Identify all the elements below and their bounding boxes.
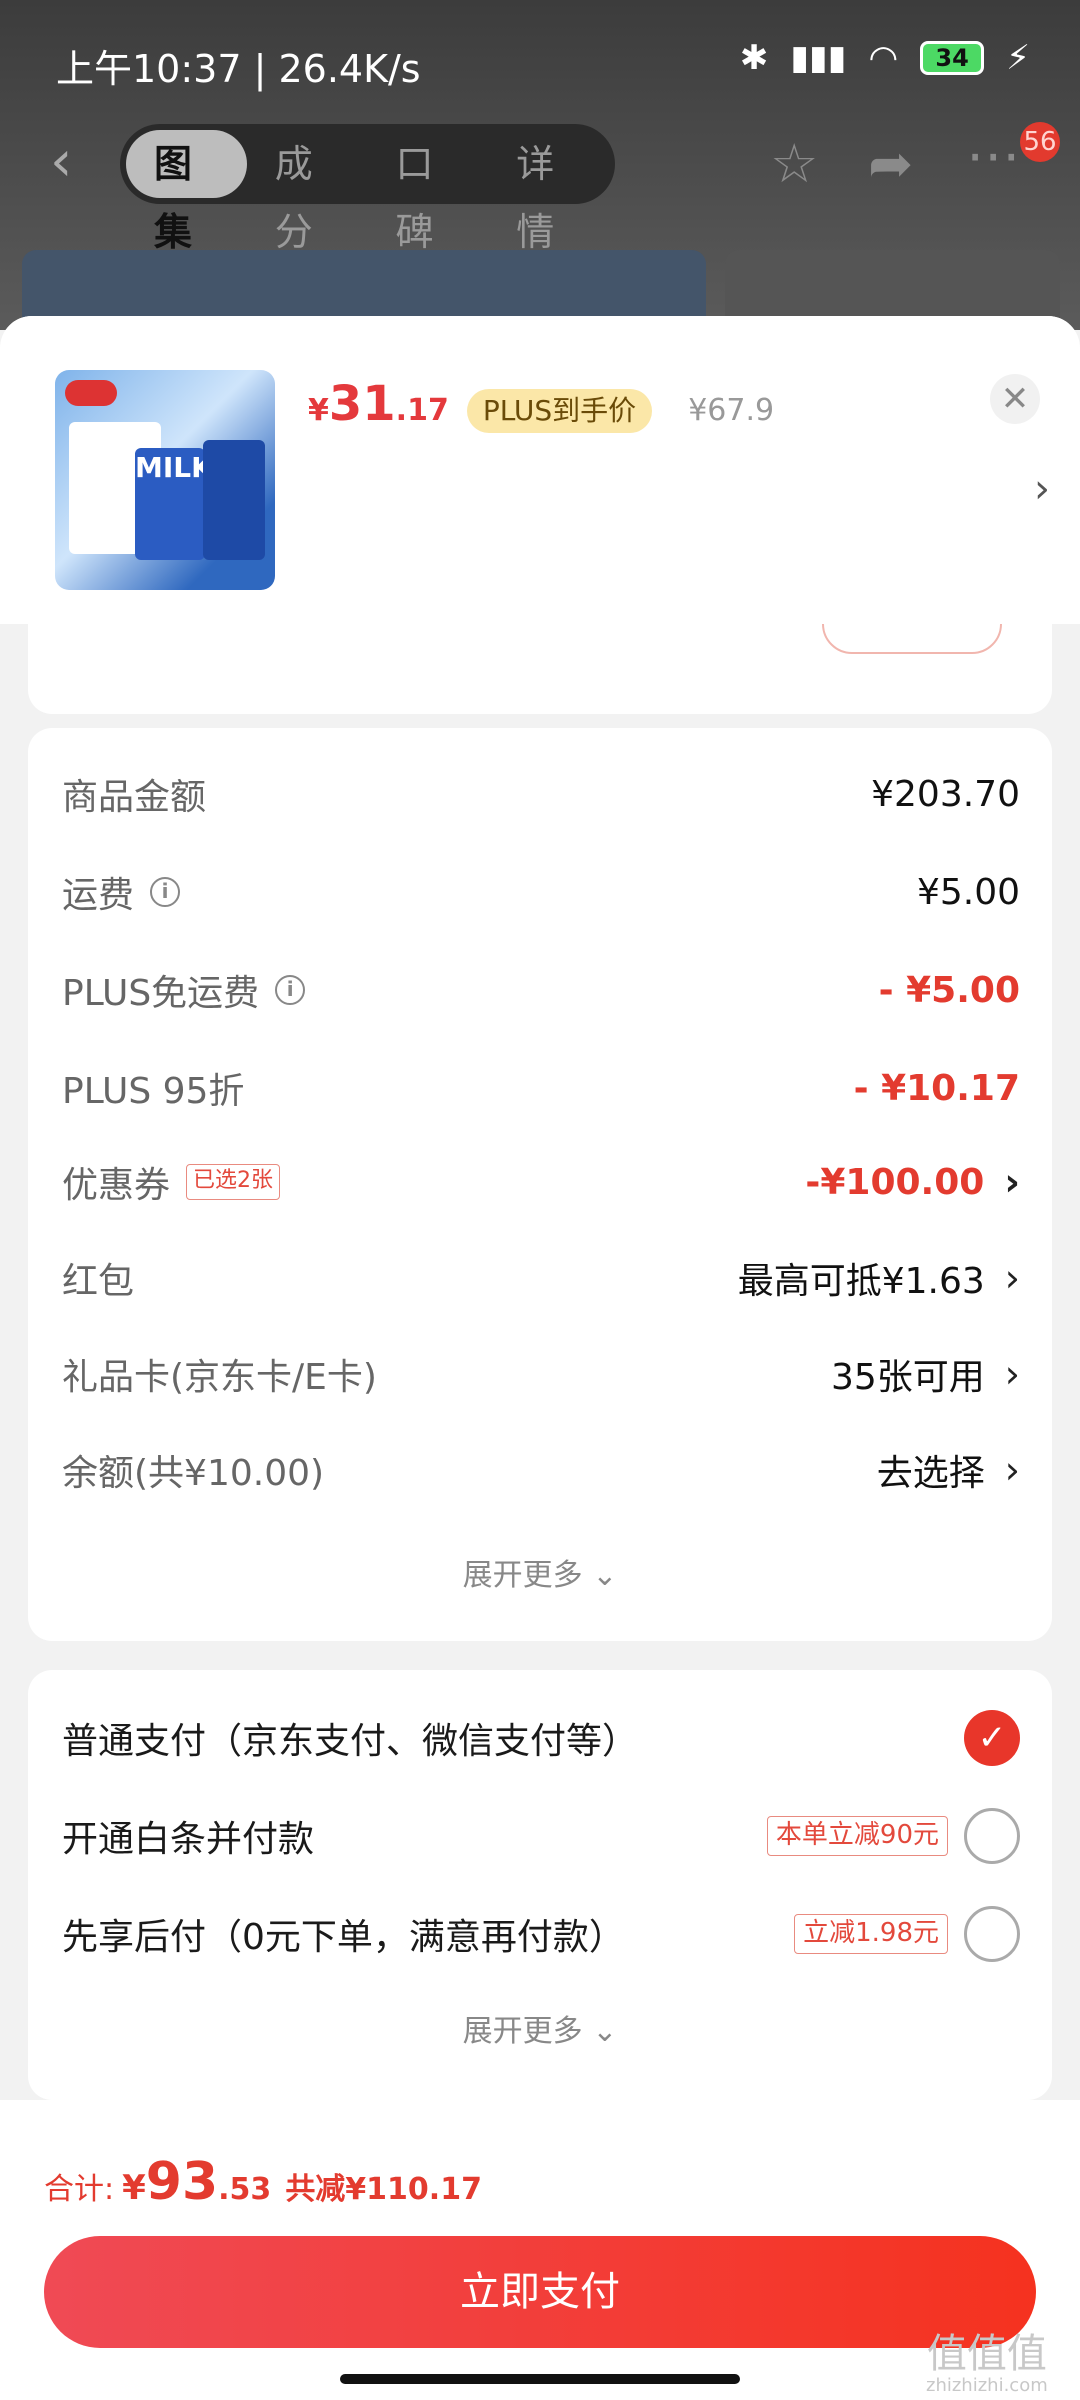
milk-carton-image: MILK: [135, 448, 213, 560]
total-saved: 共减¥110.17: [285, 2172, 482, 2207]
discount-tag: 本单立减90元: [766, 1816, 948, 1856]
product-top-nav: ‹ 图集 成分 口碑 详情 ☆ ➦ ⋯: [0, 124, 1080, 254]
milk-carton-image-2: [203, 440, 265, 560]
more-icon[interactable]: ⋯: [966, 124, 1020, 187]
price-row: ¥31.17 PLUS到手价 ¥67.9: [308, 376, 774, 433]
status-icons: ✱ ▮▮▮ ◠ 34 ⚡: [740, 38, 1030, 78]
fee-row-plus-discount: PLUS 95折 - ¥10.17: [62, 1058, 1020, 1118]
star-icon[interactable]: ☆: [770, 132, 818, 195]
coupon-count-tag: 已选2张: [186, 1164, 281, 1200]
fee-value: 最高可抵¥1.63 ›: [737, 1256, 1020, 1302]
payment-method-card: 普通支付（京东支付、微信支付等） ✓ 开通白条并付款 本单立减90元 先享后付（…: [28, 1670, 1052, 2100]
fee-row-coupon[interactable]: 优惠券 已选2张 -¥100.00 ›: [62, 1152, 1020, 1212]
info-icon[interactable]: i: [275, 975, 306, 1005]
checkmark-icon[interactable]: ✓: [964, 1710, 1020, 1766]
fee-label: 红包: [62, 1261, 135, 1302]
fee-value: 去选择 ›: [876, 1448, 1020, 1494]
checkout-footer: 合计: ¥93.53 共减¥110.17 立即支付 值值值 zhizhizhi.c…: [0, 2100, 1080, 2400]
brand-logo-icon: [65, 380, 117, 406]
fee-row-red-packet[interactable]: 红包 最高可抵¥1.63 ›: [62, 1248, 1020, 1308]
bluetooth-icon: ✱: [739, 38, 769, 78]
battery-icon: 34: [920, 41, 985, 75]
fee-row-shipping: 运费 i ¥5.00: [62, 862, 1020, 922]
tab-gallery[interactable]: 图集: [126, 130, 247, 254]
signal-icon: ▮▮▮: [790, 38, 847, 78]
wifi-icon: ◠: [868, 38, 899, 78]
watermark: 值值值 zhizhizhi.com: [926, 2331, 1048, 2396]
chevron-right-icon: ›: [1004, 1448, 1020, 1492]
home-indicator[interactable]: [340, 2374, 740, 2384]
pay-option-normal[interactable]: 普通支付（京东支付、微信支付等） ✓: [62, 1706, 1020, 1770]
fee-value: -¥100.00 ›: [805, 1160, 1020, 1204]
pay-option-baitiao[interactable]: 开通白条并付款 本单立减90元: [62, 1804, 1020, 1868]
chevron-right-icon: ›: [1004, 1160, 1020, 1204]
pay-option-label: 先享后付（0元下单，满意再付款）: [62, 1917, 625, 1958]
expand-more-fees[interactable]: 展开更多 ⌄: [28, 1550, 1052, 1594]
fee-row-gift-card[interactable]: 礼品卡(京东卡/E卡) 35张可用 ›: [62, 1344, 1020, 1404]
expand-more-payment[interactable]: 展开更多 ⌄: [28, 2006, 1052, 2050]
scrolled-buy-button[interactable]: [822, 624, 1002, 654]
message-badge: 56: [1020, 122, 1060, 162]
pay-option-label: 普通支付（京东支付、微信支付等）: [62, 1721, 639, 1762]
plus-price-tag: PLUS到手价: [466, 389, 653, 433]
pay-option-label: 开通白条并付款: [62, 1819, 315, 1860]
fee-label: 余额(共¥10.00): [62, 1453, 325, 1494]
fee-label: PLUS免运费 i: [62, 964, 306, 1016]
checkout-sheet: MILK ¥31.17 PLUS到手价 ¥67.9 ✕ › 商品金额 ¥203.…: [0, 316, 1080, 2400]
back-arrow-icon[interactable]: ‹: [50, 132, 90, 192]
fee-value: - ¥5.00: [878, 969, 1020, 1011]
status-bar: 上午10:37 | 26.4K/s ✱ ▮▮▮ ◠ 34 ⚡: [0, 30, 1080, 100]
chevron-right-icon[interactable]: ›: [1034, 466, 1050, 512]
radio-button[interactable]: [964, 1906, 1020, 1962]
fee-value: 35张可用 ›: [830, 1352, 1020, 1398]
tab-reviews[interactable]: 口碑: [368, 130, 489, 254]
discount-tag: 立减1.98元: [794, 1914, 948, 1954]
fee-label: 商品金额: [62, 777, 207, 818]
info-icon[interactable]: i: [150, 877, 181, 907]
chevron-right-icon: ›: [1004, 1256, 1020, 1300]
close-button[interactable]: ✕: [990, 374, 1040, 424]
fee-value: - ¥10.17: [853, 1067, 1020, 1109]
total-label: 合计:: [44, 2172, 115, 2207]
charging-icon: ⚡: [1006, 38, 1030, 78]
fee-label: 优惠券 已选2张: [62, 1156, 281, 1208]
status-time: 上午10:37 | 26.4K/s: [56, 47, 421, 91]
fee-label: PLUS 95折: [62, 1071, 245, 1112]
tab-ingredients[interactable]: 成分: [247, 130, 368, 254]
fee-row-goods: 商品金额 ¥203.70: [62, 764, 1020, 824]
product-header: MILK ¥31.17 PLUS到手价 ¥67.9 ✕ ›: [0, 316, 1080, 624]
scrolled-item-row: [28, 624, 1052, 714]
fee-label: 运费 i: [62, 866, 181, 918]
fee-label: 礼品卡(京东卡/E卡): [62, 1357, 377, 1398]
tab-details[interactable]: 详情: [488, 130, 609, 254]
total-amount: 合计: ¥93.53 共减¥110.17: [44, 2152, 482, 2212]
radio-button[interactable]: [964, 1808, 1020, 1864]
product-thumbnail[interactable]: MILK: [55, 370, 275, 590]
fee-row-plus-shipping: PLUS免运费 i - ¥5.00: [62, 960, 1020, 1020]
share-icon[interactable]: ➦: [868, 132, 913, 195]
fee-row-balance[interactable]: 余额(共¥10.00) 去选择 ›: [62, 1440, 1020, 1500]
fee-value: ¥5.00: [916, 871, 1020, 913]
pay-now-button[interactable]: 立即支付: [44, 2236, 1036, 2348]
fee-value: ¥203.70: [871, 773, 1020, 815]
segment-tabs: 图集 成分 口碑 详情: [120, 124, 615, 254]
plus-price: ¥31.17: [308, 376, 449, 432]
pay-option-pay-later[interactable]: 先享后付（0元下单，满意再付款） 立减1.98元: [62, 1902, 1020, 1966]
original-price: ¥67.9: [688, 393, 775, 428]
chevron-right-icon: ›: [1004, 1352, 1020, 1396]
fee-summary-card: 商品金额 ¥203.70 运费 i ¥5.00 PLUS免运费 i - ¥5.00 …: [28, 728, 1052, 1641]
